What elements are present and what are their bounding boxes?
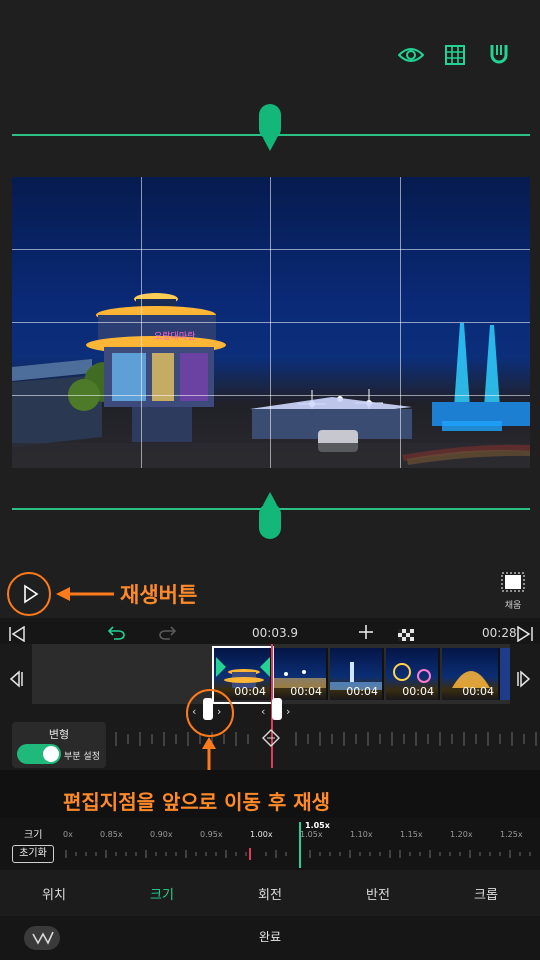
partial-label: 부분 설정 — [64, 752, 100, 762]
clip-duration: 00:04 — [402, 685, 434, 698]
edit-point-marker-original[interactable] — [272, 698, 282, 720]
preview-toolbar — [398, 42, 512, 68]
size-tick: 1.25x — [500, 830, 523, 839]
upper-guide-handle[interactable] — [259, 104, 281, 156]
fill-label: 채움 — [504, 601, 522, 611]
svg-text:오랑대마란: 오랑대마란 — [154, 330, 195, 342]
size-tick: 0x — [63, 830, 73, 839]
edit-point-marker[interactable] — [203, 698, 213, 720]
magnet-icon[interactable] — [486, 42, 512, 68]
fill-button[interactable]: 채움 — [496, 570, 530, 614]
prev-keyframe-icon[interactable] — [8, 670, 24, 692]
clip-duration: 00:04 — [462, 685, 494, 698]
trim-start-handle[interactable] — [214, 656, 228, 682]
total-time: 00:28 — [482, 626, 517, 640]
app-logo-icon[interactable] — [24, 926, 60, 950]
checker-icon[interactable] — [398, 626, 414, 645]
current-time: 00:03.9 — [252, 626, 299, 640]
size-tick: 1.00x — [250, 830, 273, 839]
clip-thumbnail[interactable]: 00:04 — [442, 648, 500, 700]
clip-thumbnail[interactable]: 00:04 — [330, 648, 384, 700]
move-annotation-label: 편집지점을 앞으로 이동 후 재생 — [63, 790, 331, 814]
lower-guide-handle[interactable] — [259, 491, 281, 543]
transform-panel: 변형 부분 설정 — [12, 722, 106, 768]
size-ruler[interactable]: 0x 0.85x 0.90x 0.95x 1.00x 1.05x 1.10x 1… — [62, 821, 540, 868]
grid-line — [12, 322, 530, 323]
size-tick: 1.15x — [400, 830, 423, 839]
edit-point-left-chevron-icon[interactable]: ‹ — [192, 705, 196, 718]
grid-icon[interactable] — [442, 42, 468, 68]
partial-toggle[interactable] — [17, 744, 61, 764]
play-button[interactable] — [7, 572, 51, 616]
go-to-start-icon[interactable] — [8, 625, 26, 646]
toggle-knob — [43, 746, 59, 762]
size-label: 크기 — [24, 830, 43, 841]
tab-flip[interactable]: 반전 — [324, 870, 432, 916]
next-keyframe-icon[interactable] — [516, 670, 532, 692]
annotation-arrow-left — [56, 586, 114, 606]
clip-thumbnail[interactable]: 00:04 — [274, 648, 328, 700]
tab-position[interactable]: 위치 — [0, 870, 108, 916]
add-icon[interactable] — [358, 624, 374, 644]
tab-crop[interactable]: 크롭 — [432, 870, 540, 916]
property-tabs: 위치 크기 회전 반전 크롭 — [0, 870, 540, 916]
redo-icon[interactable] — [158, 624, 177, 644]
clip-duration: 00:04 — [346, 685, 378, 698]
undo-icon[interactable] — [107, 624, 126, 644]
video-frame[interactable]: 오랑대마란 — [12, 177, 530, 468]
play-annotation-label: 재생버튼 — [120, 583, 198, 607]
clip-thumbnail-partial — [500, 648, 510, 700]
grid-line — [12, 395, 530, 396]
clip-thumbnail[interactable]: 00:04 — [386, 648, 440, 700]
tab-size[interactable]: 크기 — [108, 870, 216, 916]
transform-label: 변형 — [48, 728, 70, 741]
reset-button[interactable]: 초기화 — [12, 845, 54, 863]
size-tick: 1.20x — [450, 830, 473, 839]
size-tick: 0.90x — [150, 830, 173, 839]
clip-duration: 00:04 — [290, 685, 322, 698]
grid-line — [12, 249, 530, 250]
go-to-end-icon[interactable] — [516, 625, 534, 646]
size-tick: 1.05x — [300, 830, 323, 839]
keyframe-ruler[interactable] — [110, 724, 540, 754]
size-tick: 0.85x — [100, 830, 123, 839]
edit-point-right-chevron-icon[interactable]: › — [217, 705, 221, 718]
size-tick: 0.95x — [200, 830, 223, 839]
edit-point-left-chevron-icon[interactable]: ‹ — [261, 705, 265, 718]
size-current-value: 1.05x — [305, 821, 330, 830]
tab-rotation[interactable]: 회전 — [216, 870, 324, 916]
eye-icon[interactable] — [398, 42, 424, 68]
edit-point-right-chevron-icon[interactable]: › — [286, 705, 290, 718]
keyframe-diamond-icon[interactable] — [262, 729, 280, 751]
trim-end-handle[interactable] — [258, 656, 272, 682]
size-tick: 1.10x — [350, 830, 373, 839]
done-button[interactable]: 완료 — [250, 928, 290, 945]
